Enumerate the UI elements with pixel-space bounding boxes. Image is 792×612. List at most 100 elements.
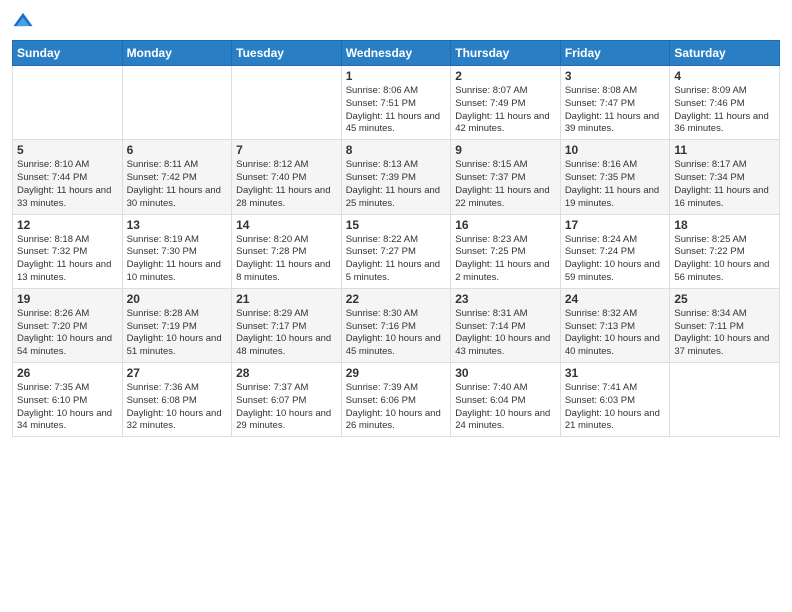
calendar-cell: 3 Sunrise: 8:08 AM Sunset: 7:47 PM Daylig…: [560, 66, 670, 140]
day-number: 25: [674, 292, 775, 306]
day-info: Sunrise: 8:08 AM Sunset: 7:47 PM Dayligh…: [565, 85, 666, 136]
day-info: Sunrise: 7:36 AM Sunset: 6:08 PM Dayligh…: [127, 382, 228, 433]
day-info: Sunrise: 8:29 AM Sunset: 7:17 PM Dayligh…: [236, 308, 337, 359]
weekday-header-sunday: Sunday: [13, 41, 123, 66]
day-number: 22: [346, 292, 447, 306]
calendar-cell: [122, 66, 232, 140]
calendar-cell: 28 Sunrise: 7:37 AM Sunset: 6:07 PM Dayli…: [232, 363, 342, 437]
day-info: Sunrise: 8:10 AM Sunset: 7:44 PM Dayligh…: [17, 159, 118, 210]
day-number: 28: [236, 366, 337, 380]
calendar-week-row: 5 Sunrise: 8:10 AM Sunset: 7:44 PM Daylig…: [13, 140, 780, 214]
calendar-cell: 18Sunrise: 8:25 AM Sunset: 7:22 PM Dayli…: [670, 214, 780, 288]
calendar-cell: 12Sunrise: 8:18 AM Sunset: 7:32 PM Dayli…: [13, 214, 123, 288]
calendar-cell: 19 Sunrise: 8:26 AM Sunset: 7:20 PM Dayli…: [13, 288, 123, 362]
logo: [12, 10, 38, 32]
calendar-cell: 9 Sunrise: 8:15 AM Sunset: 7:37 PM Daylig…: [451, 140, 561, 214]
day-number: 17: [565, 218, 666, 232]
weekday-header-row: SundayMondayTuesdayWednesdayThursdayFrid…: [13, 41, 780, 66]
day-info: Sunrise: 8:31 AM Sunset: 7:14 PM Dayligh…: [455, 308, 556, 359]
calendar-cell: 27 Sunrise: 7:36 AM Sunset: 6:08 PM Dayli…: [122, 363, 232, 437]
calendar-cell: 2 Sunrise: 8:07 AM Sunset: 7:49 PM Daylig…: [451, 66, 561, 140]
day-info: Sunrise: 8:06 AM Sunset: 7:51 PM Dayligh…: [346, 85, 447, 136]
weekday-header-friday: Friday: [560, 41, 670, 66]
day-info: Sunrise: 8:17 AM Sunset: 7:34 PM Dayligh…: [674, 159, 775, 210]
calendar-cell: 13 Sunrise: 8:19 AM Sunset: 7:30 PM Dayli…: [122, 214, 232, 288]
day-number: 29: [346, 366, 447, 380]
day-number: 11: [674, 143, 775, 157]
calendar-cell: 6Sunrise: 8:11 AM Sunset: 7:42 PM Daylig…: [122, 140, 232, 214]
day-number: 12: [17, 218, 118, 232]
day-info: Sunrise: 7:40 AM Sunset: 6:04 PM Dayligh…: [455, 382, 556, 433]
calendar-cell: 8 Sunrise: 8:13 AM Sunset: 7:39 PM Daylig…: [341, 140, 451, 214]
weekday-header-monday: Monday: [122, 41, 232, 66]
page-header: [12, 10, 780, 32]
calendar-cell: 14 Sunrise: 8:20 AM Sunset: 7:28 PM Dayli…: [232, 214, 342, 288]
weekday-header-saturday: Saturday: [670, 41, 780, 66]
day-info: Sunrise: 8:07 AM Sunset: 7:49 PM Dayligh…: [455, 85, 556, 136]
calendar-cell: 30 Sunrise: 7:40 AM Sunset: 6:04 PM Dayli…: [451, 363, 561, 437]
calendar-week-row: 12Sunrise: 8:18 AM Sunset: 7:32 PM Dayli…: [13, 214, 780, 288]
page-container: SundayMondayTuesdayWednesdayThursdayFrid…: [0, 0, 792, 612]
day-number: 2: [455, 69, 556, 83]
day-number: 5: [17, 143, 118, 157]
calendar-cell: 10 Sunrise: 8:16 AM Sunset: 7:35 PM Dayli…: [560, 140, 670, 214]
calendar-cell: 1 Sunrise: 8:06 AM Sunset: 7:51 PM Daylig…: [341, 66, 451, 140]
day-number: 15: [346, 218, 447, 232]
day-info: Sunrise: 8:25 AM Sunset: 7:22 PM Dayligh…: [674, 234, 775, 285]
day-info: Sunrise: 8:23 AM Sunset: 7:25 PM Dayligh…: [455, 234, 556, 285]
day-number: 8: [346, 143, 447, 157]
day-info: Sunrise: 8:13 AM Sunset: 7:39 PM Dayligh…: [346, 159, 447, 210]
day-info: Sunrise: 8:30 AM Sunset: 7:16 PM Dayligh…: [346, 308, 447, 359]
calendar-cell: 24 Sunrise: 8:32 AM Sunset: 7:13 PM Dayli…: [560, 288, 670, 362]
weekday-header-wednesday: Wednesday: [341, 41, 451, 66]
day-number: 31: [565, 366, 666, 380]
day-number: 27: [127, 366, 228, 380]
logo-icon: [12, 10, 34, 32]
calendar-cell: 16 Sunrise: 8:23 AM Sunset: 7:25 PM Dayli…: [451, 214, 561, 288]
day-info: Sunrise: 8:16 AM Sunset: 7:35 PM Dayligh…: [565, 159, 666, 210]
day-number: 24: [565, 292, 666, 306]
calendar-cell: 7Sunrise: 8:12 AM Sunset: 7:40 PM Daylig…: [232, 140, 342, 214]
calendar-cell: 20Sunrise: 8:28 AM Sunset: 7:19 PM Dayli…: [122, 288, 232, 362]
calendar-week-row: 1 Sunrise: 8:06 AM Sunset: 7:51 PM Daylig…: [13, 66, 780, 140]
calendar-cell: 4Sunrise: 8:09 AM Sunset: 7:46 PM Daylig…: [670, 66, 780, 140]
calendar-cell: 15Sunrise: 8:22 AM Sunset: 7:27 PM Dayli…: [341, 214, 451, 288]
day-info: Sunrise: 8:32 AM Sunset: 7:13 PM Dayligh…: [565, 308, 666, 359]
calendar-cell: 11 Sunrise: 8:17 AM Sunset: 7:34 PM Dayli…: [670, 140, 780, 214]
day-number: 19: [17, 292, 118, 306]
calendar-cell: 23 Sunrise: 8:31 AM Sunset: 7:14 PM Dayli…: [451, 288, 561, 362]
day-info: Sunrise: 7:35 AM Sunset: 6:10 PM Dayligh…: [17, 382, 118, 433]
calendar-cell: 17 Sunrise: 8:24 AM Sunset: 7:24 PM Dayli…: [560, 214, 670, 288]
day-info: Sunrise: 8:09 AM Sunset: 7:46 PM Dayligh…: [674, 85, 775, 136]
weekday-header-tuesday: Tuesday: [232, 41, 342, 66]
calendar-cell: [670, 363, 780, 437]
calendar-cell: [13, 66, 123, 140]
day-info: Sunrise: 8:34 AM Sunset: 7:11 PM Dayligh…: [674, 308, 775, 359]
day-number: 23: [455, 292, 556, 306]
day-info: Sunrise: 8:28 AM Sunset: 7:19 PM Dayligh…: [127, 308, 228, 359]
calendar-cell: 21 Sunrise: 8:29 AM Sunset: 7:17 PM Dayli…: [232, 288, 342, 362]
day-info: Sunrise: 8:15 AM Sunset: 7:37 PM Dayligh…: [455, 159, 556, 210]
day-number: 21: [236, 292, 337, 306]
day-number: 16: [455, 218, 556, 232]
day-info: Sunrise: 8:19 AM Sunset: 7:30 PM Dayligh…: [127, 234, 228, 285]
day-info: Sunrise: 8:20 AM Sunset: 7:28 PM Dayligh…: [236, 234, 337, 285]
calendar-cell: 5 Sunrise: 8:10 AM Sunset: 7:44 PM Daylig…: [13, 140, 123, 214]
day-number: 26: [17, 366, 118, 380]
day-number: 30: [455, 366, 556, 380]
day-number: 10: [565, 143, 666, 157]
day-number: 13: [127, 218, 228, 232]
calendar-week-row: 26 Sunrise: 7:35 AM Sunset: 6:10 PM Dayli…: [13, 363, 780, 437]
day-info: Sunrise: 8:26 AM Sunset: 7:20 PM Dayligh…: [17, 308, 118, 359]
calendar-cell: 26 Sunrise: 7:35 AM Sunset: 6:10 PM Dayli…: [13, 363, 123, 437]
day-number: 7: [236, 143, 337, 157]
day-number: 1: [346, 69, 447, 83]
day-number: 14: [236, 218, 337, 232]
day-info: Sunrise: 7:41 AM Sunset: 6:03 PM Dayligh…: [565, 382, 666, 433]
day-info: Sunrise: 8:24 AM Sunset: 7:24 PM Dayligh…: [565, 234, 666, 285]
calendar-week-row: 19 Sunrise: 8:26 AM Sunset: 7:20 PM Dayli…: [13, 288, 780, 362]
calendar-cell: [232, 66, 342, 140]
day-info: Sunrise: 7:37 AM Sunset: 6:07 PM Dayligh…: [236, 382, 337, 433]
day-number: 3: [565, 69, 666, 83]
day-number: 9: [455, 143, 556, 157]
